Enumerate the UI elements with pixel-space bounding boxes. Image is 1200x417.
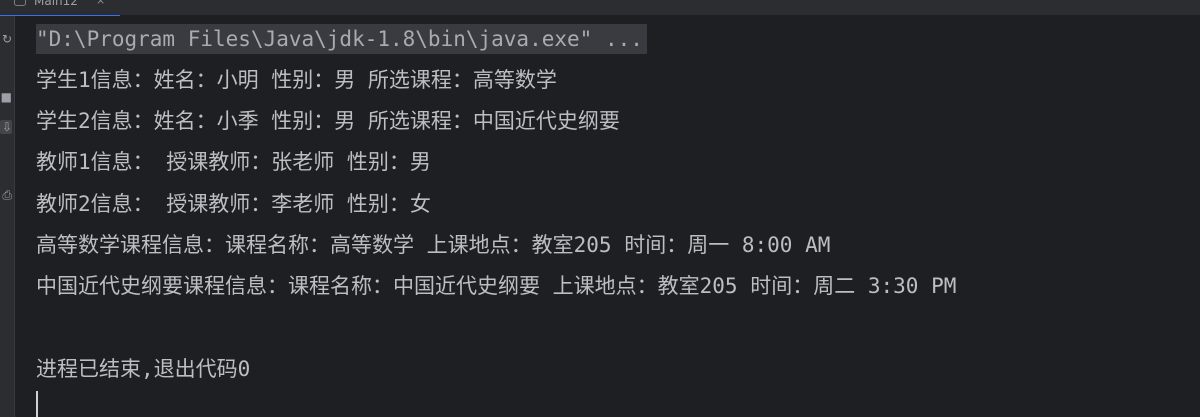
java-file-icon bbox=[14, 0, 26, 6]
text-caret bbox=[36, 391, 38, 417]
editor-tab-bar: Main12 × bbox=[0, 0, 1200, 17]
command-line: "D:\Program Files\Java\jdk-1.8\bin\java.… bbox=[36, 24, 647, 54]
close-icon[interactable]: × bbox=[96, 0, 105, 8]
stop-icon[interactable]: ■ bbox=[0, 90, 12, 104]
editor-tab-main12[interactable]: Main12 × bbox=[0, 0, 120, 17]
output-line: 教师1信息： 授课教师：张老师 性别：男 bbox=[36, 150, 431, 174]
ide-window: Main12 × ↻ ■ ⇩ ⎙ "D:\Program Files\Java\… bbox=[0, 0, 1200, 417]
output-line: 学生1信息：姓名：小明 性别：男 所选课程：高等数学 bbox=[36, 68, 557, 92]
exit-message: 进程已结束,退出代码0 bbox=[36, 357, 251, 381]
print-icon[interactable]: ⎙ bbox=[0, 188, 12, 202]
output-line: 高等数学课程信息：课程名称：高等数学 上课地点：教室205 时间：周一 8:00… bbox=[36, 233, 831, 257]
rerun-icon[interactable]: ↻ bbox=[0, 32, 12, 46]
tab-label: Main12 bbox=[34, 0, 78, 8]
run-console[interactable]: "D:\Program Files\Java\jdk-1.8\bin\java.… bbox=[15, 16, 1200, 417]
output-line: 中国近代史纲要课程信息：课程名称：中国近代史纲要 上课地点：教室205 时间：周… bbox=[36, 274, 957, 298]
output-line: 教师2信息： 授课教师：李老师 性别：女 bbox=[36, 192, 431, 216]
run-toolbar: ↻ ■ ⇩ ⎙ bbox=[0, 16, 15, 417]
output-line: 学生2信息：姓名：小季 性别：男 所选课程：中国近代史纲要 bbox=[36, 109, 620, 133]
scroll-to-end-icon[interactable]: ⇩ bbox=[0, 120, 12, 134]
